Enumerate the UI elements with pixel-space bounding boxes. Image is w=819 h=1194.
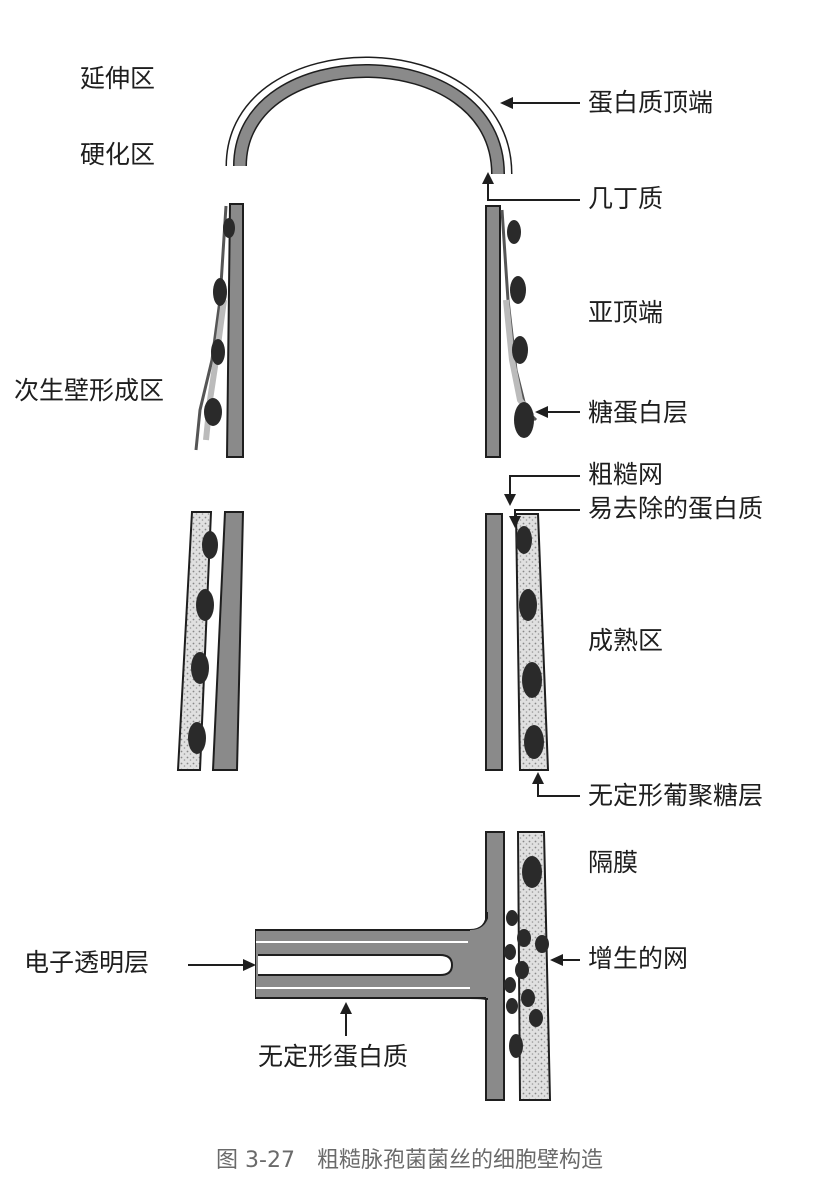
- subapical-section: [194, 203, 538, 458]
- hyphal-tip: [225, 56, 513, 175]
- label-septum: 隔膜: [588, 848, 639, 877]
- label-amorphous-glucan-layer: 无定形葡聚糖层: [588, 781, 764, 810]
- label-amorphous-protein: 无定形蛋白质: [258, 1042, 409, 1071]
- label-glycoprotein-layer: 糖蛋白层: [588, 398, 689, 427]
- label-elongation-zone: 延伸区: [80, 64, 156, 93]
- label-electron-transparent-layer: 电子透明层: [24, 948, 150, 977]
- label-protein-tip: 蛋白质顶端: [588, 88, 714, 117]
- mature-section: [176, 511, 550, 771]
- label-chitin: 几丁质: [588, 184, 664, 213]
- label-mature-zone: 成熟区: [588, 626, 664, 655]
- label-rough-network: 粗糙网: [588, 460, 664, 489]
- diagram-drawing: [176, 56, 580, 1101]
- label-subapical: 亚顶端: [588, 298, 664, 327]
- hyphal-wall-diagram: 延伸区 硬化区 次生壁形成区 蛋白质顶端 几丁质 亚顶端 糖蛋白层 粗糙网 易去…: [0, 0, 819, 1194]
- label-proliferated-network: 增生的网: [588, 944, 689, 973]
- label-hardening-zone: 硬化区: [80, 140, 156, 169]
- label-removable-protein: 易去除的蛋白质: [588, 494, 764, 523]
- figure-caption: 图 3-27 粗糙脉孢菌菌丝的细胞壁构造: [216, 1148, 603, 1173]
- label-secondary-wall-zone: 次生壁形成区: [14, 376, 165, 405]
